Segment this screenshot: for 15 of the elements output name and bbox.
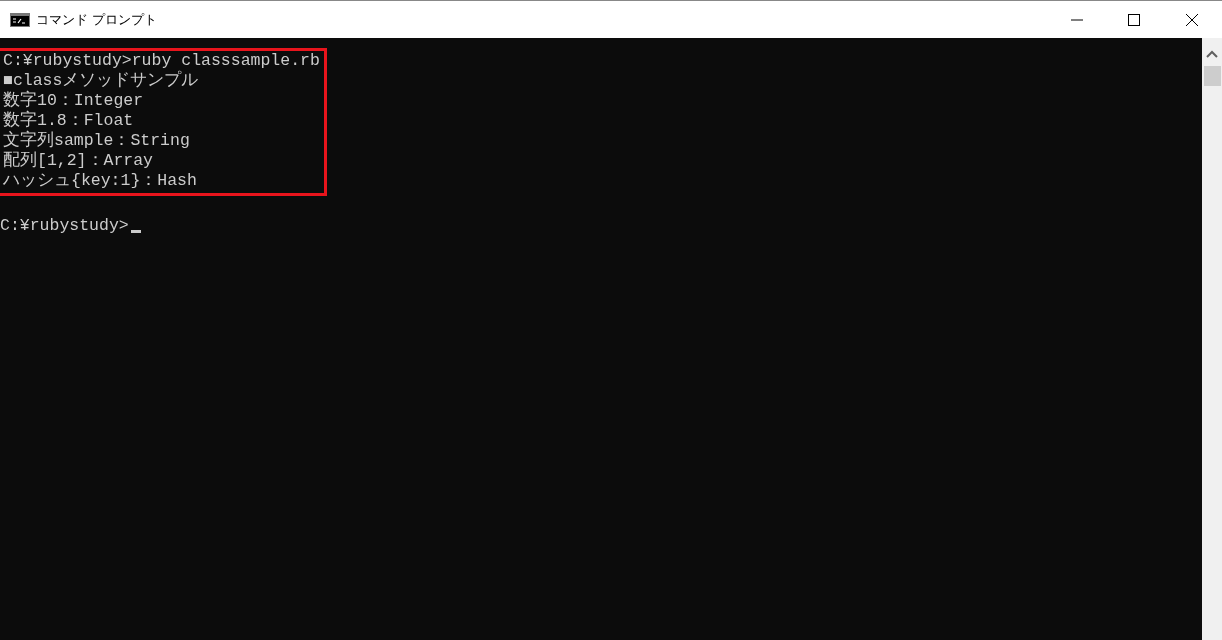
terminal-icon [10,12,30,27]
console-line: 数字10：Integer [3,91,145,110]
scroll-up-icon[interactable] [1206,48,1218,60]
console-line: ハッシュ{key:1}：Hash [3,171,198,191]
close-icon [1186,13,1198,26]
console-line: 配列[1,2]：Array [3,151,155,171]
console-line: 文字列sample：String [3,131,191,151]
window-title: コマンド プロンプト [36,10,158,29]
scroll-thumb[interactable] [1203,66,1221,86]
console-line: 数字1.8：Float [3,111,135,130]
console-line: C:¥rubystudy>ruby classsample.rb [3,51,320,70]
console-line: C:¥rubystudy> [0,216,129,235]
console-line: ■classメソッドサンプル [3,71,200,90]
scrollbar[interactable] [1202,38,1222,640]
maximize-icon [1127,13,1140,26]
